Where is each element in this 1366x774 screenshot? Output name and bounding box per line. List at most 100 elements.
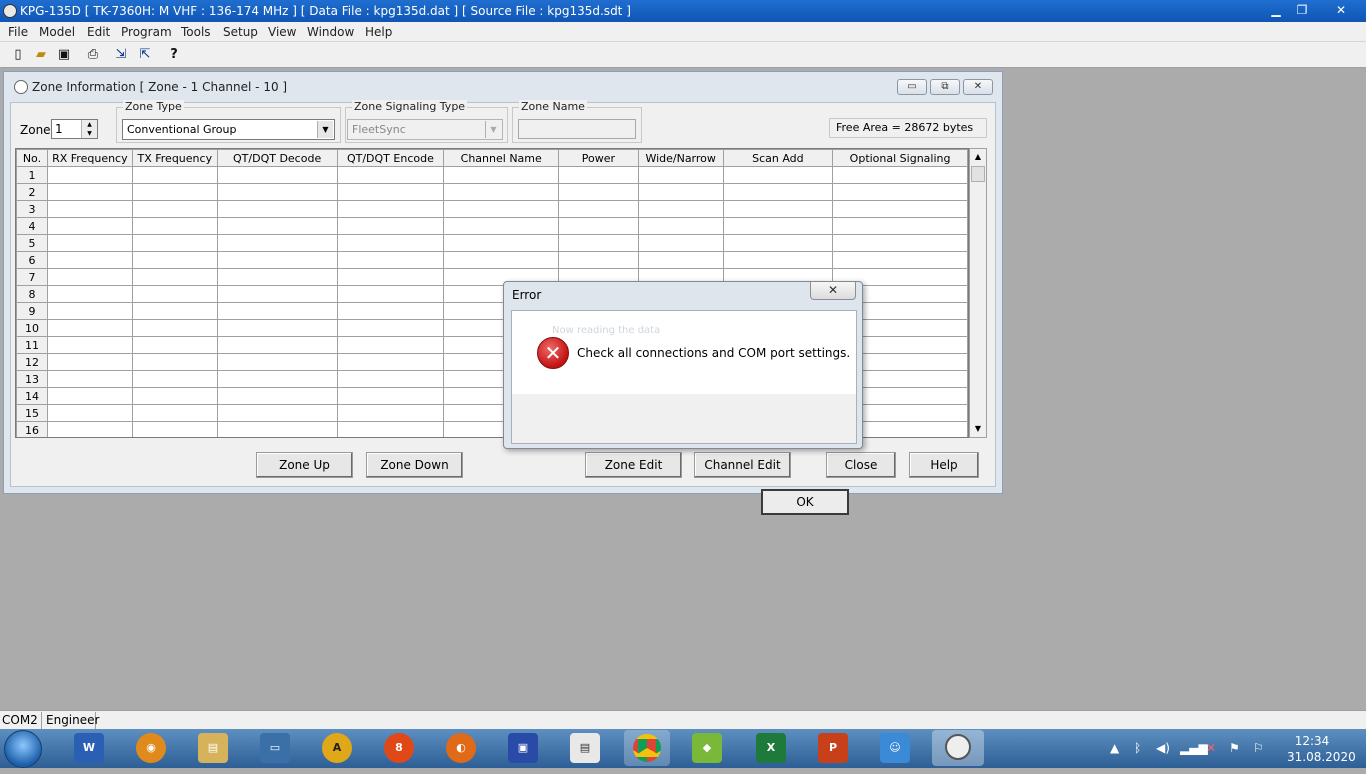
avast-icon[interactable]: A — [322, 733, 352, 763]
grid-cell[interactable] — [131, 319, 218, 337]
word-icon[interactable]: W — [74, 733, 104, 763]
grid-cell[interactable] — [46, 200, 133, 218]
scroll-down-icon[interactable]: ▼ — [970, 421, 986, 437]
grid-cell[interactable] — [131, 421, 218, 437]
zone-type-combo[interactable]: Conventional Group ▼ — [122, 119, 335, 140]
grid-cell[interactable] — [637, 251, 724, 269]
col-channel-name[interactable]: Channel Name — [443, 149, 560, 167]
grid-cell[interactable] — [216, 200, 338, 218]
write-radio-icon[interactable]: ⇱ — [136, 46, 154, 64]
grid-cell[interactable] — [216, 353, 338, 371]
grid-cell[interactable] — [637, 234, 724, 252]
grid-cell[interactable] — [637, 200, 724, 218]
help-icon[interactable]: ? — [165, 46, 183, 64]
flag-icon[interactable]: ⚐ — [1253, 741, 1264, 755]
grid-cell[interactable] — [46, 234, 133, 252]
grid-cell[interactable] — [832, 183, 968, 201]
bluetooth-icon[interactable]: ᛒ — [1134, 741, 1141, 755]
menu-file[interactable]: File — [8, 25, 28, 39]
grid-cell[interactable] — [336, 302, 445, 320]
scroll-up-icon[interactable]: ▲ — [970, 149, 986, 165]
kmplayer-icon[interactable]: ▭ — [260, 733, 290, 763]
grid-cell[interactable] — [832, 251, 968, 269]
grid-cell[interactable] — [131, 183, 218, 201]
grid-cell[interactable] — [131, 217, 218, 235]
grid-cell[interactable] — [443, 217, 560, 235]
grid-cell[interactable] — [216, 166, 338, 184]
action-center-icon[interactable]: ⚑ — [1229, 741, 1240, 755]
grid-cell[interactable] — [558, 217, 639, 235]
kpg-taskbar-button[interactable] — [932, 730, 984, 766]
menu-window[interactable]: Window — [307, 25, 354, 39]
grid-cell[interactable] — [336, 268, 445, 286]
spin-up-icon[interactable]: ▲ — [81, 120, 97, 129]
grid-cell[interactable] — [443, 200, 560, 218]
signal-icon[interactable]: ▂▄▆ — [1180, 741, 1208, 755]
grid-cell[interactable] — [131, 387, 218, 405]
grid-cell[interactable] — [336, 319, 445, 337]
minimize-button[interactable]: ▁ — [1263, 0, 1289, 20]
col-no[interactable]: No. — [16, 149, 48, 167]
child-close-button[interactable]: ✕ — [963, 79, 993, 95]
grid-cell[interactable] — [558, 200, 639, 218]
grid-cell[interactable] — [216, 336, 338, 354]
ok-button[interactable]: OK — [761, 489, 849, 515]
grid-cell[interactable] — [131, 302, 218, 320]
grid-cell[interactable] — [336, 166, 445, 184]
folder-icon[interactable]: ▤ — [198, 733, 228, 763]
grid-cell[interactable] — [443, 166, 560, 184]
show-hidden-icons-icon[interactable]: ▲ — [1110, 741, 1119, 755]
grid-cell[interactable] — [216, 404, 338, 422]
grid-cell[interactable] — [216, 370, 338, 388]
powerpoint-icon[interactable]: P — [818, 733, 848, 763]
grid-cell[interactable] — [722, 234, 834, 252]
grid-cell[interactable] — [336, 183, 445, 201]
grid-cell[interactable] — [131, 200, 218, 218]
close-button[interactable]: Close — [826, 452, 896, 478]
grid-cell[interactable] — [131, 166, 218, 184]
col-optional-signaling[interactable]: Optional Signaling — [832, 149, 968, 167]
grid-cell[interactable] — [131, 268, 218, 286]
grid-cell[interactable] — [336, 421, 445, 437]
grid-cell[interactable] — [336, 234, 445, 252]
grid-cell[interactable] — [46, 387, 133, 405]
grid-cell[interactable] — [46, 285, 133, 303]
grid-cell[interactable] — [336, 200, 445, 218]
table-row[interactable]: 5 — [16, 234, 968, 252]
grid-cell[interactable] — [131, 234, 218, 252]
grid-cell[interactable] — [336, 251, 445, 269]
user-app-icon[interactable]: ☺ — [880, 733, 910, 763]
menu-program[interactable]: Program — [121, 25, 172, 39]
col-power[interactable]: Power — [558, 149, 639, 167]
grid-cell[interactable] — [336, 387, 445, 405]
grid-cell[interactable] — [216, 319, 338, 337]
col-wide-narrow[interactable]: Wide/Narrow — [637, 149, 724, 167]
grid-cell[interactable] — [216, 302, 338, 320]
grid-cell[interactable] — [722, 183, 834, 201]
grid-cell[interactable] — [46, 268, 133, 286]
grid-cell[interactable] — [131, 285, 218, 303]
child-restore-button[interactable]: ⧉ — [930, 79, 960, 95]
close-icon[interactable]: ✕ — [810, 282, 856, 300]
col-qt-encode[interactable]: QT/DQT Encode — [336, 149, 445, 167]
grid-cell[interactable] — [131, 353, 218, 371]
grid-cell[interactable] — [131, 404, 218, 422]
grid-cell[interactable] — [216, 421, 338, 437]
grid-cell[interactable] — [216, 285, 338, 303]
chevron-down-icon[interactable]: ▼ — [317, 121, 333, 138]
grid-cell[interactable] — [832, 166, 968, 184]
menu-tools[interactable]: Tools — [181, 25, 211, 39]
grid-cell[interactable] — [336, 404, 445, 422]
table-row[interactable]: 1 — [16, 166, 968, 184]
scroll-thumb[interactable] — [971, 166, 985, 182]
menu-model[interactable]: Model — [39, 25, 75, 39]
table-row[interactable]: 2 — [16, 183, 968, 201]
help-button[interactable]: Help — [909, 452, 979, 478]
chrome-taskbar-button[interactable] — [624, 730, 670, 766]
grid-cell[interactable] — [46, 336, 133, 354]
green-app-icon[interactable]: ◆ — [692, 733, 722, 763]
zone-down-button[interactable]: Zone Down — [366, 452, 463, 478]
floppy-icon[interactable]: ▣ — [508, 733, 538, 763]
menu-edit[interactable]: Edit — [87, 25, 110, 39]
open-folder-icon[interactable]: ▰ — [32, 46, 50, 64]
